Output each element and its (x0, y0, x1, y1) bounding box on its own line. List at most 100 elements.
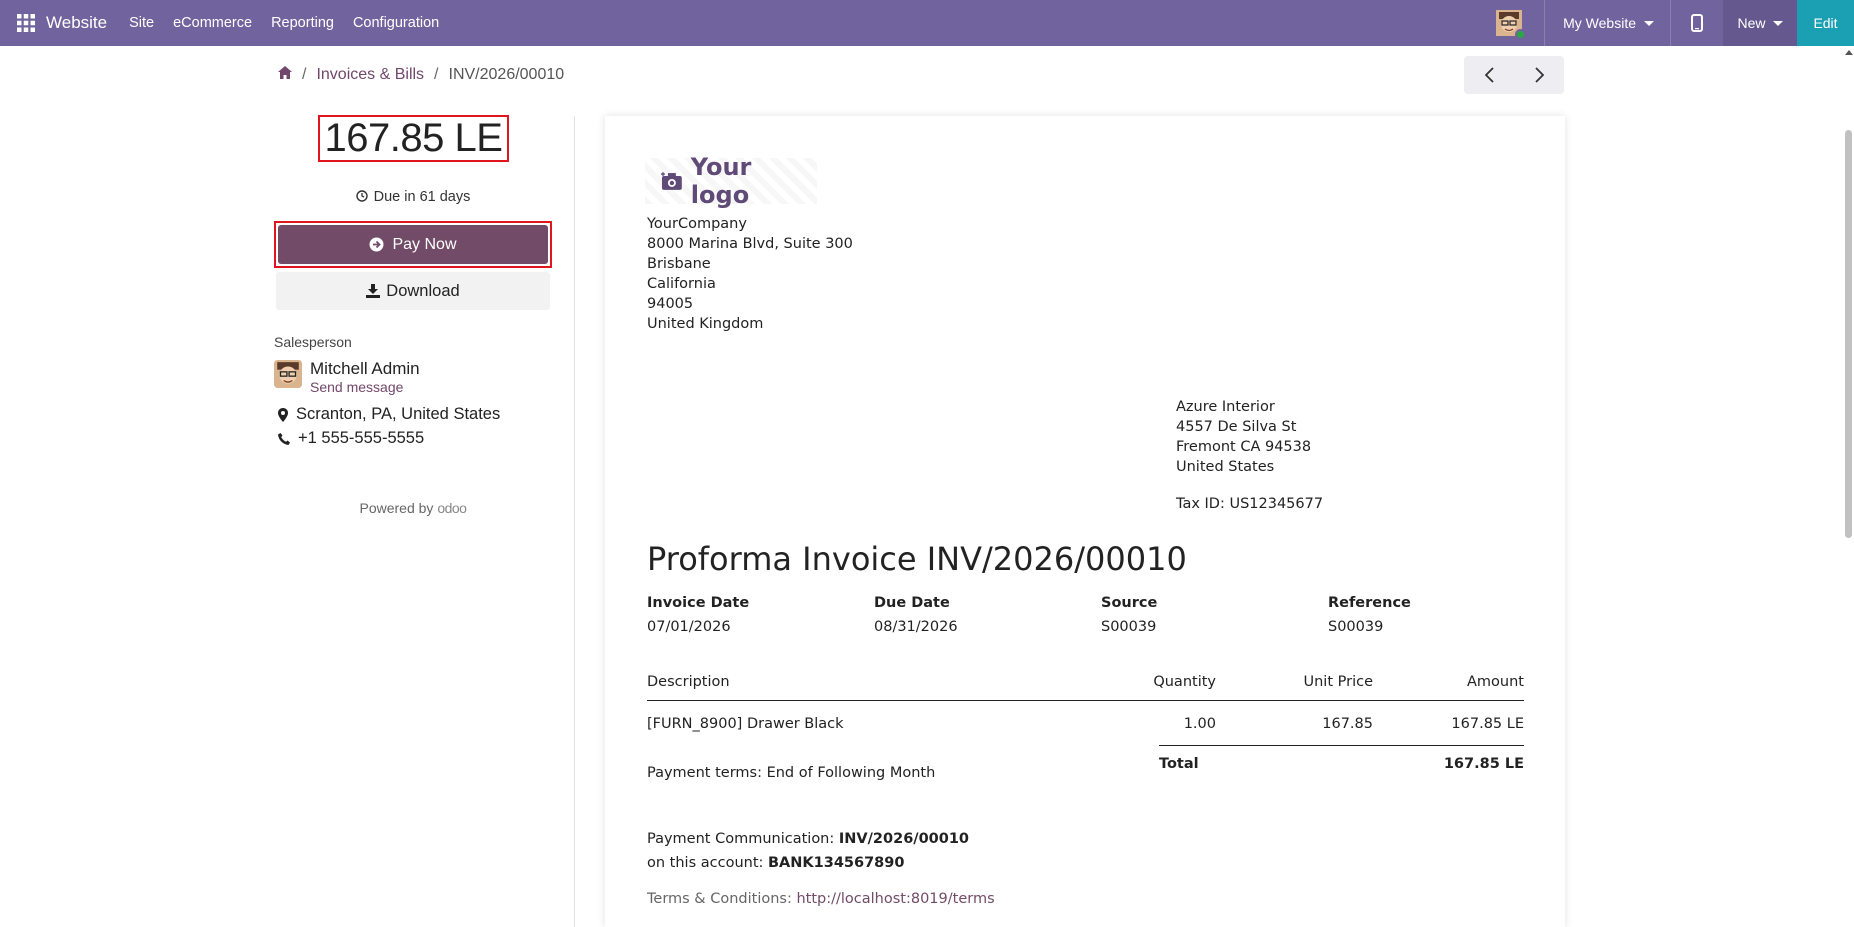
chevron-down-icon (1644, 20, 1654, 26)
payment-communication: Payment Communication: INV/2026/00010 (647, 827, 969, 851)
mobile-preview-icon[interactable] (1671, 0, 1723, 46)
meta-value: 08/31/2026 (874, 619, 958, 635)
map-marker-icon (278, 407, 288, 422)
online-status-icon (1515, 29, 1527, 40)
salesperson-avatar (274, 360, 302, 388)
pay-now-button[interactable]: Pay Now (278, 225, 548, 264)
column-header-quantity: Quantity (1153, 674, 1216, 690)
camera-icon (661, 172, 682, 190)
customer-address: Azure Interior 4557 De Silva St Fremont … (1176, 397, 1311, 477)
meta-label: Reference (1328, 595, 1411, 611)
breadcrumb-separator: / (302, 66, 307, 83)
new-button-label: New (1737, 15, 1766, 31)
line-amount: 167.85 LE (1451, 716, 1524, 732)
top-navbar: Website Site eCommerce Reporting Configu… (0, 0, 1854, 46)
send-message-link[interactable]: Send message (310, 379, 403, 395)
terms-and-conditions: Terms & Conditions: http://localhost:801… (647, 891, 995, 907)
payment-terms: Payment terms: End of Following Month (647, 765, 936, 781)
odoo-logo[interactable]: odoo (437, 500, 467, 516)
customer-name: Azure Interior (1176, 399, 1275, 415)
column-header-unit-price: Unit Price (1303, 674, 1374, 690)
scrollbar-thumb[interactable] (1845, 130, 1852, 538)
terms-link[interactable]: http://localhost:8019/terms (796, 891, 994, 907)
due-text: Due in 61 days (373, 189, 471, 205)
previous-record-button[interactable] (1464, 56, 1514, 94)
customer-tax-id: Tax ID: US12345677 (1176, 496, 1324, 512)
arrow-circle-right-icon (369, 237, 384, 252)
account-value: BANK134567890 (768, 855, 905, 871)
company-country: United Kingdom (647, 316, 764, 332)
menu-ecommerce[interactable]: eCommerce (173, 15, 252, 31)
meta-value: 07/01/2026 (647, 619, 731, 635)
meta-value: S00039 (1328, 619, 1384, 635)
record-pager (1464, 56, 1564, 94)
payment-info: Payment Communication: INV/2026/00010 on… (647, 827, 969, 875)
payment-account: on this account: BANK134567890 (647, 851, 969, 875)
next-record-button[interactable] (1514, 56, 1564, 94)
meta-source: Source S00039 (1101, 595, 1321, 635)
home-icon[interactable] (278, 66, 292, 84)
salesperson-location: Scranton, PA, United States (278, 405, 500, 424)
meta-invoice-date: Invoice Date 07/01/2026 (647, 595, 867, 635)
total-label: Total (1159, 756, 1199, 772)
invoice-title: Proforma Invoice INV/2026/00010 (647, 540, 1187, 578)
meta-due-date: Due Date 08/31/2026 (874, 595, 1094, 635)
new-button[interactable]: New (1723, 0, 1797, 46)
payment-comm-label: Payment Communication: (647, 831, 835, 847)
breadcrumb: / Invoices & Bills / INV/2026/00010 (278, 66, 564, 84)
meta-reference: Reference S00039 (1328, 595, 1548, 635)
menu-configuration[interactable]: Configuration (353, 15, 439, 31)
header-divider (647, 700, 1524, 701)
breadcrumb-current: INV/2026/00010 (448, 66, 565, 83)
website-switcher[interactable]: My Website (1545, 15, 1670, 31)
powered-by-label: Powered by (359, 500, 434, 516)
clock-icon (355, 190, 368, 202)
download-label: Download (386, 281, 460, 300)
app-brand[interactable]: Website (46, 13, 107, 33)
due-info: Due in 61 days (274, 189, 552, 205)
edit-button[interactable]: Edit (1797, 0, 1854, 46)
total-divider (1159, 745, 1524, 746)
customer-city: Fremont CA 94538 (1176, 439, 1312, 455)
payment-comm-value: INV/2026/00010 (838, 831, 970, 847)
total-value: 167.85 LE (1443, 756, 1524, 772)
salesperson-name: Mitchell Admin (310, 359, 420, 378)
powered-by: Powered by odoo (274, 500, 552, 516)
meta-label: Source (1101, 595, 1158, 611)
column-header-amount: Amount (1467, 674, 1524, 690)
menu-reporting[interactable]: Reporting (271, 15, 334, 31)
location-text: Scranton, PA, United States (296, 405, 501, 423)
company-street: 8000 Marina Blvd, Suite 300 (647, 236, 853, 252)
company-address: YourCompany 8000 Marina Blvd, Suite 300 … (647, 214, 853, 334)
line-description: [FURN_8900] Drawer Black (647, 716, 844, 732)
salesperson-phone: +1 555-555-5555 (278, 429, 424, 448)
phone-text: +1 555-555-5555 (298, 429, 425, 447)
customer-country: United States (1176, 459, 1275, 475)
user-avatar[interactable] (1496, 10, 1527, 40)
download-icon (366, 284, 381, 298)
apps-menu-icon[interactable] (0, 0, 52, 46)
pay-now-highlight: Pay Now (274, 221, 552, 268)
company-state: California (647, 276, 716, 292)
meta-value: S00039 (1101, 619, 1157, 635)
page-scrollbar[interactable] (1843, 46, 1854, 927)
company-logo: Your logo (645, 153, 817, 209)
invoice-document: Your logo YourCompany 8000 Marina Blvd, … (605, 116, 1565, 927)
meta-label: Invoice Date (647, 595, 750, 611)
menu-site[interactable]: Site (129, 15, 154, 31)
scroll-up-icon[interactable] (1845, 50, 1853, 55)
breadcrumb-separator: / (434, 66, 439, 83)
logo-text: Your logo (690, 153, 752, 209)
download-button[interactable]: Download (276, 272, 550, 310)
chevron-down-icon (1772, 20, 1783, 26)
pay-now-label: Pay Now (392, 235, 457, 253)
amount-due: 167.85 LE (318, 115, 509, 162)
column-header-description: Description (647, 674, 730, 690)
breadcrumb-invoices-link[interactable]: Invoices & Bills (316, 66, 424, 84)
line-unit-price: 167.85 (1322, 716, 1373, 732)
account-label: on this account: (647, 855, 764, 871)
line-quantity: 1.00 (1183, 716, 1216, 732)
terms-label: Terms & Conditions: (647, 891, 792, 907)
salesperson-label: Salesperson (274, 334, 352, 350)
company-name: YourCompany (647, 216, 747, 232)
